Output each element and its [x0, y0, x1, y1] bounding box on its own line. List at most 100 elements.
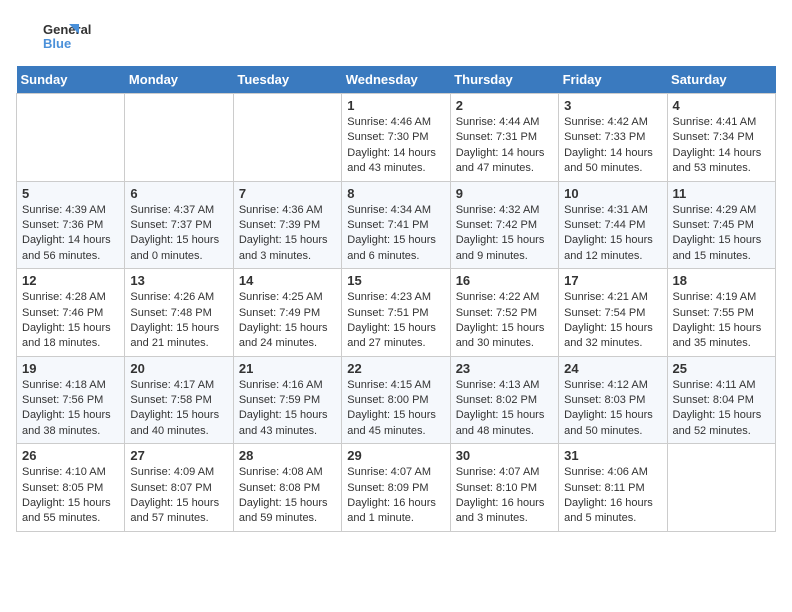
day-cell: 6 Sunrise: 4:37 AM Sunset: 7:37 PM Daylig…: [125, 181, 233, 269]
week-row-4: 19 Sunrise: 4:18 AM Sunset: 7:56 PM Dayli…: [17, 356, 776, 444]
day-number: 19: [22, 361, 119, 376]
day-info: Sunrise: 4:29 AM Sunset: 7:45 PM Dayligh…: [673, 203, 770, 265]
day-info: Sunrise: 4:44 AM Sunset: 7:31 PM Dayligh…: [456, 115, 553, 177]
svg-text:Blue: Blue: [43, 36, 71, 51]
day-cell: 30Sunrise: 4:07 AM Sunset: 8:10 PM Dayli…: [450, 444, 558, 532]
day-cell: 4 Sunrise: 4:41 AM Sunset: 7:34 PM Daylig…: [667, 94, 775, 182]
day-cell: 21Sunrise: 4:16 AM Sunset: 7:59 PM Dayli…: [233, 356, 341, 444]
weekday-header-row: SundayMondayTuesdayWednesdayThursdayFrid…: [17, 66, 776, 94]
weekday-header-sunday: Sunday: [17, 66, 125, 94]
day-number: 10: [564, 186, 661, 201]
day-number: 25: [673, 361, 770, 376]
day-info: Sunrise: 4:31 AM Sunset: 7:44 PM Dayligh…: [564, 203, 661, 265]
day-info: Sunrise: 4:10 AM Sunset: 8:05 PM Dayligh…: [22, 465, 119, 527]
day-cell: 15 Sunrise: 4:23 AM Sunset: 7:51 PM Dayli…: [342, 269, 450, 357]
day-number: 12: [22, 273, 119, 288]
weekday-header-saturday: Saturday: [667, 66, 775, 94]
day-info: Sunrise: 4:15 AM Sunset: 8:00 PM Dayligh…: [347, 378, 444, 440]
day-number: 24: [564, 361, 661, 376]
day-number: 13: [130, 273, 227, 288]
day-number: 11: [673, 186, 770, 201]
day-number: 20: [130, 361, 227, 376]
week-row-1: 1 Sunrise: 4:46 AM Sunset: 7:30 PM Daylig…: [17, 94, 776, 182]
day-number: 28: [239, 448, 336, 463]
day-number: 8: [347, 186, 444, 201]
day-cell: 2 Sunrise: 4:44 AM Sunset: 7:31 PM Daylig…: [450, 94, 558, 182]
week-row-5: 26Sunrise: 4:10 AM Sunset: 8:05 PM Dayli…: [17, 444, 776, 532]
day-info: Sunrise: 4:28 AM Sunset: 7:46 PM Dayligh…: [22, 290, 119, 352]
day-cell: 16 Sunrise: 4:22 AM Sunset: 7:52 PM Dayli…: [450, 269, 558, 357]
logo: General Blue: [16, 16, 106, 56]
day-number: 23: [456, 361, 553, 376]
day-info: Sunrise: 4:41 AM Sunset: 7:34 PM Dayligh…: [673, 115, 770, 177]
day-cell: [17, 94, 125, 182]
day-cell: 29Sunrise: 4:07 AM Sunset: 8:09 PM Dayli…: [342, 444, 450, 532]
day-info: Sunrise: 4:19 AM Sunset: 7:55 PM Dayligh…: [673, 290, 770, 352]
day-cell: 24 Sunrise: 4:12 AM Sunset: 8:03 PM Dayli…: [559, 356, 667, 444]
day-info: Sunrise: 4:11 AM Sunset: 8:04 PM Dayligh…: [673, 378, 770, 440]
day-info: Sunrise: 4:17 AM Sunset: 7:58 PM Dayligh…: [130, 378, 227, 440]
day-number: 5: [22, 186, 119, 201]
day-info: Sunrise: 4:12 AM Sunset: 8:03 PM Dayligh…: [564, 378, 661, 440]
day-info: Sunrise: 4:34 AM Sunset: 7:41 PM Dayligh…: [347, 203, 444, 265]
day-number: 4: [673, 98, 770, 113]
day-number: 29: [347, 448, 444, 463]
day-cell: 31 Sunrise: 4:06 AM Sunset: 8:11 PM Dayli…: [559, 444, 667, 532]
day-cell: 27Sunrise: 4:09 AM Sunset: 8:07 PM Dayli…: [125, 444, 233, 532]
day-number: 17: [564, 273, 661, 288]
day-cell: 22 Sunrise: 4:15 AM Sunset: 8:00 PM Dayli…: [342, 356, 450, 444]
day-info: Sunrise: 4:16 AM Sunset: 7:59 PM Dayligh…: [239, 378, 336, 440]
day-info: Sunrise: 4:32 AM Sunset: 7:42 PM Dayligh…: [456, 203, 553, 265]
day-info: Sunrise: 4:08 AM Sunset: 8:08 PM Dayligh…: [239, 465, 336, 527]
day-info: Sunrise: 4:26 AM Sunset: 7:48 PM Dayligh…: [130, 290, 227, 352]
day-number: 1: [347, 98, 444, 113]
day-cell: 5 Sunrise: 4:39 AM Sunset: 7:36 PM Daylig…: [17, 181, 125, 269]
calendar-body: 1 Sunrise: 4:46 AM Sunset: 7:30 PM Daylig…: [17, 94, 776, 532]
day-info: Sunrise: 4:42 AM Sunset: 7:33 PM Dayligh…: [564, 115, 661, 177]
day-number: 31: [564, 448, 661, 463]
day-info: Sunrise: 4:23 AM Sunset: 7:51 PM Dayligh…: [347, 290, 444, 352]
day-cell: 19 Sunrise: 4:18 AM Sunset: 7:56 PM Dayli…: [17, 356, 125, 444]
svg-text:General: General: [43, 22, 91, 37]
day-info: Sunrise: 4:39 AM Sunset: 7:36 PM Dayligh…: [22, 203, 119, 265]
day-cell: 9 Sunrise: 4:32 AM Sunset: 7:42 PM Daylig…: [450, 181, 558, 269]
day-cell: 20 Sunrise: 4:17 AM Sunset: 7:58 PM Dayli…: [125, 356, 233, 444]
day-cell: 28 Sunrise: 4:08 AM Sunset: 8:08 PM Dayli…: [233, 444, 341, 532]
weekday-header-tuesday: Tuesday: [233, 66, 341, 94]
day-number: 16: [456, 273, 553, 288]
weekday-header-thursday: Thursday: [450, 66, 558, 94]
day-number: 7: [239, 186, 336, 201]
day-cell: 26Sunrise: 4:10 AM Sunset: 8:05 PM Dayli…: [17, 444, 125, 532]
day-number: 6: [130, 186, 227, 201]
day-number: 9: [456, 186, 553, 201]
day-number: 18: [673, 273, 770, 288]
logo-icon: General Blue: [16, 16, 106, 56]
day-info: Sunrise: 4:22 AM Sunset: 7:52 PM Dayligh…: [456, 290, 553, 352]
day-info: Sunrise: 4:21 AM Sunset: 7:54 PM Dayligh…: [564, 290, 661, 352]
day-number: 2: [456, 98, 553, 113]
day-cell: 25 Sunrise: 4:11 AM Sunset: 8:04 PM Dayli…: [667, 356, 775, 444]
day-cell: 23Sunrise: 4:13 AM Sunset: 8:02 PM Dayli…: [450, 356, 558, 444]
day-cell: [233, 94, 341, 182]
weekday-header-wednesday: Wednesday: [342, 66, 450, 94]
day-cell: 11 Sunrise: 4:29 AM Sunset: 7:45 PM Dayli…: [667, 181, 775, 269]
calendar-table: SundayMondayTuesdayWednesdayThursdayFrid…: [16, 66, 776, 532]
page-header: General Blue: [16, 16, 776, 56]
weekday-header-friday: Friday: [559, 66, 667, 94]
day-info: Sunrise: 4:37 AM Sunset: 7:37 PM Dayligh…: [130, 203, 227, 265]
day-cell: 8 Sunrise: 4:34 AM Sunset: 7:41 PM Daylig…: [342, 181, 450, 269]
day-info: Sunrise: 4:46 AM Sunset: 7:30 PM Dayligh…: [347, 115, 444, 177]
day-cell: 3Sunrise: 4:42 AM Sunset: 7:33 PM Daylig…: [559, 94, 667, 182]
day-cell: 7Sunrise: 4:36 AM Sunset: 7:39 PM Daylig…: [233, 181, 341, 269]
day-cell: 12 Sunrise: 4:28 AM Sunset: 7:46 PM Dayli…: [17, 269, 125, 357]
day-number: 14: [239, 273, 336, 288]
day-info: Sunrise: 4:18 AM Sunset: 7:56 PM Dayligh…: [22, 378, 119, 440]
day-number: 22: [347, 361, 444, 376]
day-number: 27: [130, 448, 227, 463]
week-row-2: 5 Sunrise: 4:39 AM Sunset: 7:36 PM Daylig…: [17, 181, 776, 269]
day-info: Sunrise: 4:25 AM Sunset: 7:49 PM Dayligh…: [239, 290, 336, 352]
day-number: 15: [347, 273, 444, 288]
week-row-3: 12 Sunrise: 4:28 AM Sunset: 7:46 PM Dayli…: [17, 269, 776, 357]
day-cell: 17 Sunrise: 4:21 AM Sunset: 7:54 PM Dayli…: [559, 269, 667, 357]
day-info: Sunrise: 4:06 AM Sunset: 8:11 PM Dayligh…: [564, 465, 661, 527]
